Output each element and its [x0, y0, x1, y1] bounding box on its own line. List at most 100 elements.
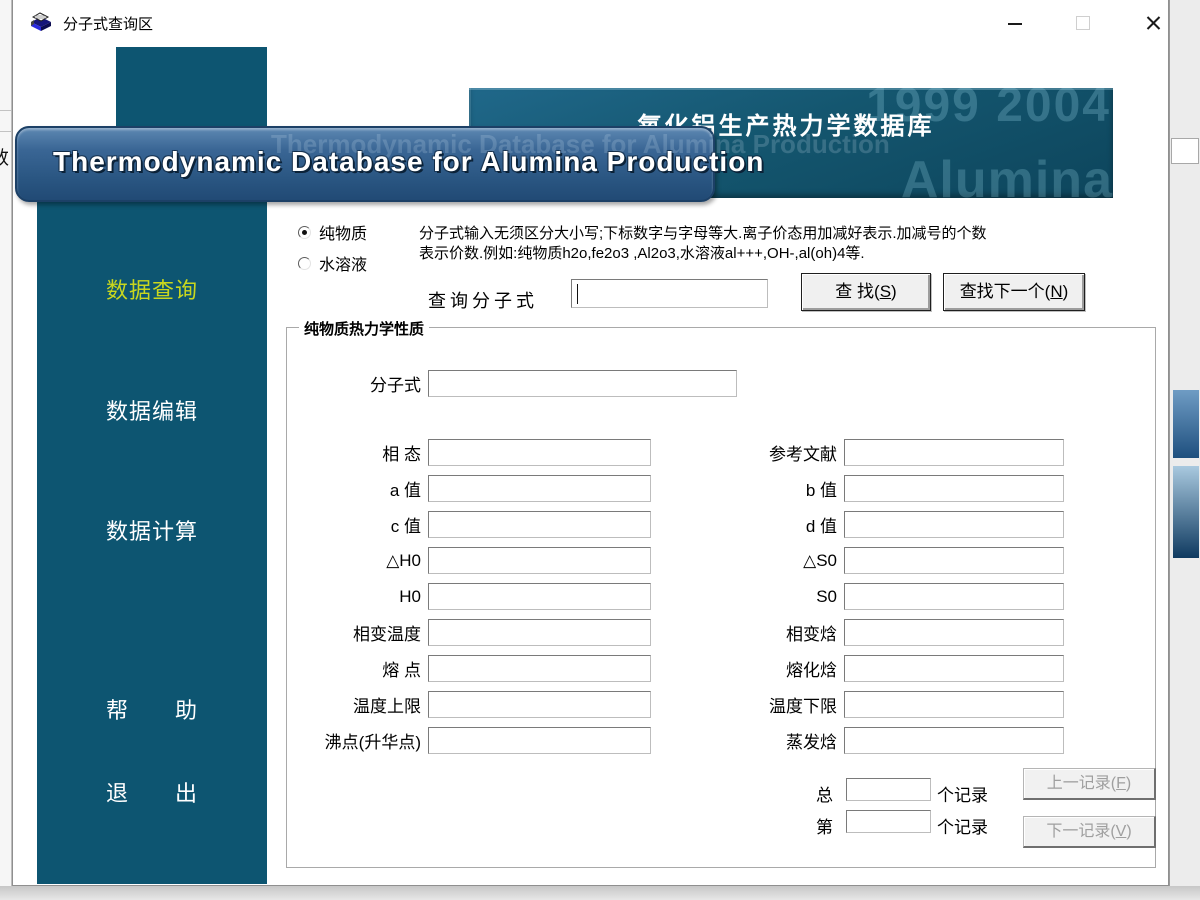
sidebar-item-data-query[interactable]: 数据查询 — [37, 273, 267, 303]
query-formula-input-box[interactable] — [571, 279, 768, 308]
records-unit-label: 个记录 — [937, 813, 988, 838]
field-row: a 值 — [276, 475, 651, 502]
field-input-d[interactable] — [844, 511, 1064, 538]
field-input-melting-point[interactable] — [428, 655, 651, 682]
background-line — [0, 131, 12, 132]
app-window: 分子式查询区 数据查询 数据编辑 数据计算 帮 助 退 出 1999 2004 … — [12, 0, 1169, 886]
header-strip-title: Thermodynamic Database for Alumina Produ… — [53, 146, 764, 178]
field-label: 沸点(升华点) — [276, 728, 421, 753]
field-row: c 值 — [276, 511, 651, 538]
records-unit-label: 个记录 — [937, 781, 988, 806]
field-label: c 值 — [276, 512, 421, 537]
field-input-a[interactable] — [428, 475, 651, 502]
previous-record-button[interactable]: 上一记录(F) — [1023, 768, 1156, 800]
field-input-delta-s0[interactable] — [844, 547, 1064, 574]
sidebar-item-help[interactable]: 帮 助 — [37, 693, 267, 723]
field-label: 参考文献 — [707, 440, 837, 465]
field-input-transition-temp[interactable] — [428, 619, 651, 646]
background-bottom-edge — [0, 886, 1200, 900]
field-label-formula: 分子式 — [276, 371, 421, 396]
field-label: △S0 — [707, 551, 837, 571]
background-window-left-sliver: 数 — [0, 0, 12, 900]
instruction-text: 分子式输入无须区分大小写;下标数字与字母等大.离子价态用加减好表示.加减号的个数… — [419, 224, 1119, 264]
field-row: 温度上限 — [276, 691, 651, 718]
radio-selected-icon[interactable] — [298, 226, 311, 239]
field-label: H0 — [276, 587, 421, 607]
close-button-icon[interactable] — [1137, 8, 1169, 38]
window-title: 分子式查询区 — [63, 13, 153, 34]
records-index-label: 第 — [816, 813, 833, 838]
field-label: 熔化焓 — [707, 656, 837, 681]
minimize-button-icon[interactable] — [999, 8, 1031, 38]
query-formula-label: 查询分子式 — [428, 287, 538, 313]
sidebar-item-data-edit[interactable]: 数据编辑 — [37, 394, 267, 424]
field-input-phase[interactable] — [428, 439, 651, 466]
field-input-h0[interactable] — [428, 583, 651, 610]
banner-watermark-alumina: Alumina — [901, 150, 1113, 198]
background-thumbnail — [1173, 390, 1199, 458]
field-label: 蒸发焓 — [707, 728, 837, 753]
radio-pure-substance[interactable]: 纯物质 — [298, 222, 367, 242]
field-input-boiling-point[interactable] — [428, 727, 651, 754]
field-input-fusion-enthalpy[interactable] — [844, 655, 1064, 682]
field-row: 相 态 — [276, 439, 651, 466]
field-row: 参考文献 — [707, 439, 1064, 466]
field-label: 熔 点 — [276, 656, 421, 681]
field-input-c[interactable] — [428, 511, 651, 538]
fields-right-column: 参考文献 b 值 d 值 △S0 S0 相变焓 熔化焓 温度下限 蒸发焓 — [707, 439, 1064, 763]
background-line — [0, 110, 12, 111]
field-input-delta-h0[interactable] — [428, 547, 651, 574]
field-label: 相变焓 — [707, 620, 837, 645]
sidebar-item-data-calc[interactable]: 数据计算 — [37, 514, 267, 544]
field-row: 相变温度 — [276, 619, 651, 646]
field-label: 温度下限 — [707, 692, 837, 717]
field-row: 沸点(升华点) — [276, 727, 651, 754]
records-index-input[interactable] — [846, 810, 931, 833]
radio-aqueous-solution[interactable]: 水溶液 — [298, 253, 367, 273]
field-label: 相变温度 — [276, 620, 421, 645]
field-row: 蒸发焓 — [707, 727, 1064, 754]
field-row: △H0 — [276, 547, 651, 574]
field-input-vapor-enthalpy[interactable] — [844, 727, 1064, 754]
field-label: a 值 — [276, 476, 421, 501]
background-window-right-sliver — [1169, 0, 1200, 900]
field-row: b 值 — [707, 475, 1064, 502]
sidebar-item-exit[interactable]: 退 出 — [37, 776, 267, 806]
records-total-label: 总 — [816, 781, 833, 806]
radio-label[interactable]: 纯物质 — [319, 220, 367, 244]
field-input-temp-upper[interactable] — [428, 691, 651, 718]
radio-unselected-icon[interactable] — [298, 257, 311, 270]
next-record-button[interactable]: 下一记录(V) — [1023, 816, 1156, 848]
field-row: S0 — [707, 583, 1064, 610]
app-icon — [28, 9, 54, 35]
field-label: S0 — [707, 587, 837, 607]
field-row: 熔 点 — [276, 655, 651, 682]
field-label: d 值 — [707, 512, 837, 537]
field-input-s0[interactable] — [844, 583, 1064, 610]
field-row: △S0 — [707, 547, 1064, 574]
field-input-formula[interactable] — [428, 370, 737, 397]
field-label: b 值 — [707, 476, 837, 501]
search-next-button[interactable]: 查找下一个(N) — [943, 273, 1085, 311]
radio-label[interactable]: 水溶液 — [319, 251, 367, 275]
field-row: H0 — [276, 583, 651, 610]
title-bar[interactable]: 分子式查询区 — [13, 0, 1168, 45]
records-total-input[interactable] — [846, 778, 931, 801]
field-label: △H0 — [276, 551, 421, 571]
background-clipped-text: 数 — [0, 143, 9, 170]
field-input-transition-enthalpy[interactable] — [844, 619, 1064, 646]
field-input-reference[interactable] — [844, 439, 1064, 466]
instruction-line-1: 分子式输入无须区分大小写;下标数字与字母等大.离子价态用加减好表示.加减号的个数 — [419, 224, 1119, 244]
field-label: 温度上限 — [276, 692, 421, 717]
field-input-temp-lower[interactable] — [844, 691, 1064, 718]
query-formula-input[interactable] — [578, 282, 762, 304]
instruction-line-2: 表示价数.例如:纯物质h2o,fe2o3 ,Al2o3,水溶液al+++,OH-… — [419, 244, 1119, 264]
field-row-formula: 分子式 — [276, 370, 737, 397]
search-button[interactable]: 查 找(S) — [801, 273, 931, 311]
maximize-button-icon[interactable] — [1067, 8, 1099, 38]
field-row: d 值 — [707, 511, 1064, 538]
sidebar — [37, 126, 267, 884]
sidebar-top-block — [116, 47, 267, 127]
field-input-b[interactable] — [844, 475, 1064, 502]
field-row: 相变焓 — [707, 619, 1064, 646]
